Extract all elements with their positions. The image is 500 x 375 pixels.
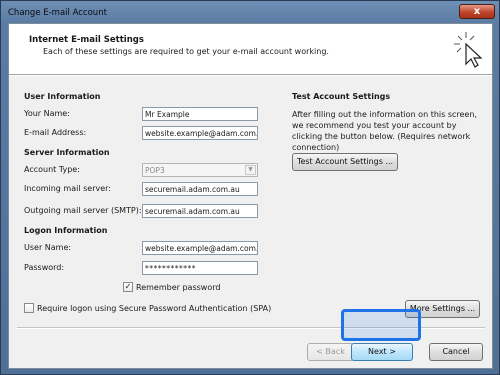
logon-information-heading: Logon Information bbox=[24, 226, 108, 235]
close-button[interactable]: x bbox=[459, 4, 495, 19]
email-address-label: E-mail Address: bbox=[24, 128, 87, 137]
your-name-label: Your Name: bbox=[24, 109, 70, 118]
window-title: Change E-mail Account bbox=[8, 8, 107, 18]
incoming-server-input[interactable]: securemail.adam.com.au bbox=[142, 182, 258, 196]
user-name-label: User Name: bbox=[24, 243, 72, 252]
spa-label: Require logon using Secure Password Auth… bbox=[37, 304, 272, 313]
cursor-sparkle-icon bbox=[454, 32, 483, 68]
next-button[interactable]: Next > bbox=[351, 343, 413, 361]
background-taskbar bbox=[141, 3, 401, 17]
chevron-down-icon: ▼ bbox=[245, 165, 256, 175]
password-label: Password: bbox=[24, 263, 65, 272]
account-type-select: POP3 ▼ bbox=[142, 163, 258, 177]
header-title: Internet E-mail Settings bbox=[29, 35, 144, 45]
checkmark-icon: ✓ bbox=[124, 282, 132, 291]
user-information-heading: User Information bbox=[24, 92, 101, 101]
spa-checkbox[interactable] bbox=[24, 303, 34, 313]
outgoing-server-label: Outgoing mail server (SMTP): bbox=[24, 206, 142, 215]
email-address-input[interactable]: website.example@adam.com.au bbox=[142, 126, 258, 140]
server-information-heading: Server Information bbox=[24, 148, 110, 157]
your-name-input[interactable]: Mr Example bbox=[142, 107, 258, 121]
user-name-input[interactable]: website.example@adam.com.au bbox=[142, 241, 258, 255]
remember-password-label: Remember password bbox=[136, 283, 221, 292]
incoming-server-label: Incoming mail server: bbox=[24, 184, 111, 193]
outgoing-server-input[interactable]: securemail.adam.com.au bbox=[142, 204, 258, 218]
dialog-window: Change E-mail Account x Internet E-mail … bbox=[0, 0, 500, 375]
settings-form: User Information Your Name: Mr Example E… bbox=[9, 75, 492, 332]
back-button[interactable]: < Back bbox=[307, 343, 354, 361]
test-account-settings-button[interactable]: Test Account Settings ... bbox=[292, 153, 398, 171]
password-input[interactable]: ************ bbox=[142, 261, 258, 275]
next-button-highlight bbox=[341, 309, 421, 341]
cancel-button[interactable]: Cancel bbox=[429, 343, 483, 361]
test-account-settings-heading: Test Account Settings bbox=[292, 92, 391, 101]
test-account-description: After filling out the information on thi… bbox=[292, 110, 477, 152]
account-type-label: Account Type: bbox=[24, 165, 80, 174]
header-banner: Internet E-mail Settings Each of these s… bbox=[9, 24, 492, 75]
account-type-value: POP3 bbox=[145, 166, 165, 175]
remember-password-checkbox[interactable]: ✓ bbox=[123, 282, 133, 292]
header-subtitle: Each of these settings are required to g… bbox=[43, 47, 329, 56]
